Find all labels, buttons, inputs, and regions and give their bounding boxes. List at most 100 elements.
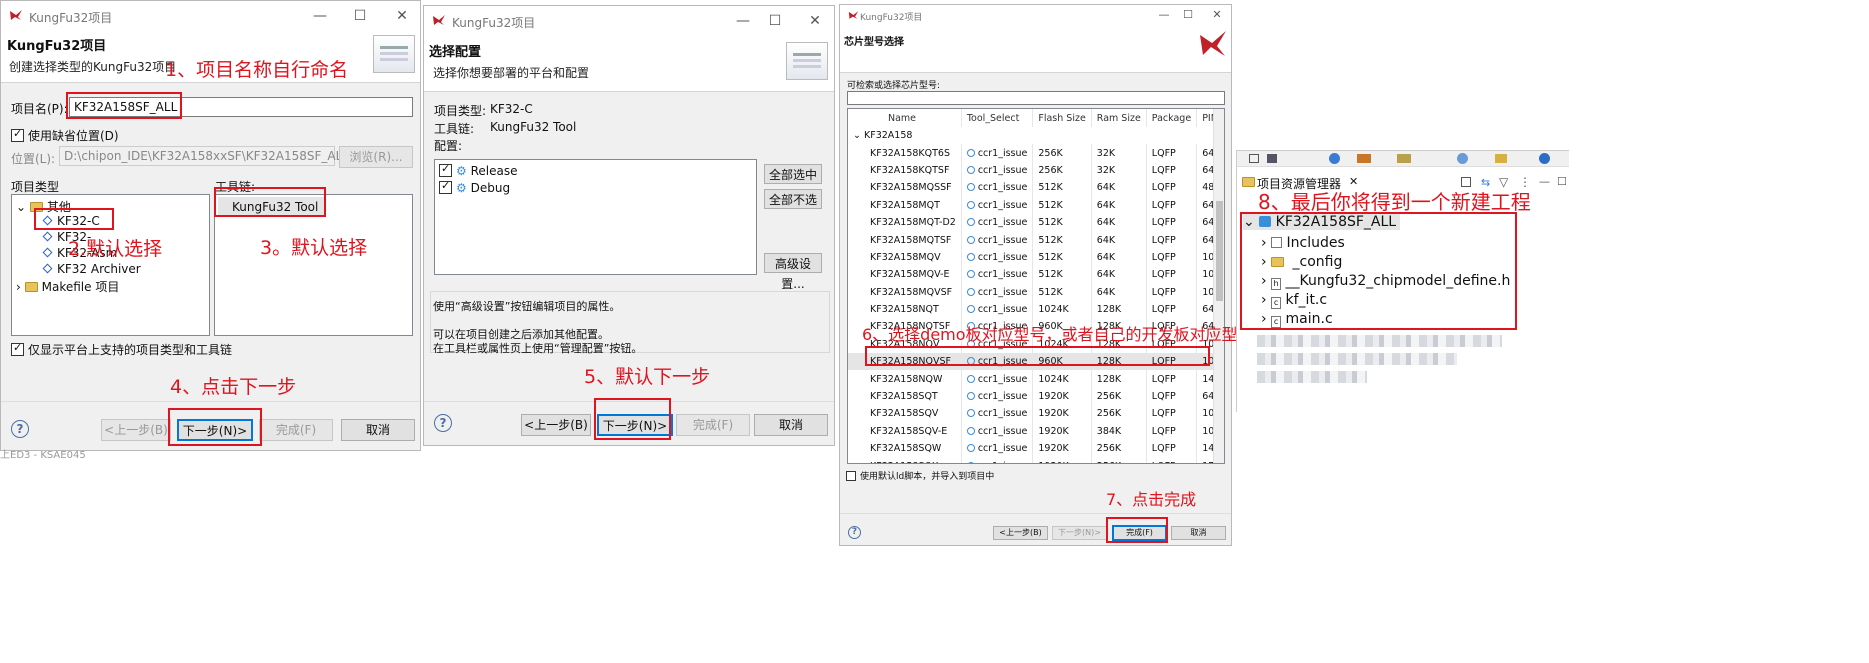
col-ram-size[interactable]: Ram Size — [1091, 109, 1147, 127]
scrollbar-thumb[interactable] — [1216, 201, 1223, 301]
select-all-button[interactable]: 全部选中 — [764, 164, 822, 184]
tool-select-icon — [966, 287, 975, 296]
toolbar-icon-tool[interactable] — [1357, 154, 1371, 163]
chip-table-scrollbar[interactable] — [1213, 109, 1224, 463]
maximize-view-icon[interactable]: ☐ — [1557, 175, 1567, 188]
chip-row[interactable]: KF32A158MQV ccr1_issue 512K 64K LQFP 100 — [848, 248, 1224, 267]
annotation-step1: 1、项目名称自行命名 — [165, 59, 349, 81]
config-item-release[interactable]: ⚙ Release — [439, 162, 517, 178]
back-button[interactable]: <上一步(B) — [101, 419, 171, 441]
next-button[interactable]: 下一步(N)> — [1052, 526, 1107, 540]
toolbar-icon-debug[interactable] — [1397, 154, 1411, 163]
ram-size-cell-text: 256K — [1096, 443, 1122, 455]
browse-button[interactable]: 浏览(R)... — [339, 146, 413, 168]
minimize-icon[interactable]: — — [306, 6, 334, 26]
project-type-label: 项目类型: — [434, 104, 487, 118]
advanced-settings-button[interactable]: 高级设置... — [764, 253, 822, 291]
cancel-button[interactable]: 取消 — [754, 414, 828, 436]
tool-select-cell-text: ccr1_issue — [977, 164, 1028, 176]
package-cell: LQFP — [1146, 370, 1198, 388]
chip-select-dialog: KungFu32项目 — ☐ ✕ 芯片型号选择 可检索或选择芯片型号: Name… — [839, 4, 1232, 546]
chip-row[interactable]: KF32A158MQT ccr1_issue 512K 64K LQFP 64 — [848, 196, 1224, 214]
finish-button[interactable]: 完成(F) — [676, 414, 750, 436]
help-icon[interactable]: ? — [11, 420, 29, 438]
chip-row[interactable]: KF32A158SQV ccr1_issue 1920K 256K LQFP 100 — [848, 405, 1224, 423]
chip-row[interactable]: KF32A158MQTSF ccr1_issue 512K 64K LQFP 64 — [848, 231, 1224, 249]
flash-size-cell-text: 512K — [1038, 217, 1063, 229]
maximize-icon[interactable]: ☐ — [346, 6, 374, 26]
chip-row[interactable]: KF32A158SQW ccr1_issue 1920K 256K LQFP 144 — [848, 440, 1224, 458]
chip-row[interactable]: KF32A158NQW ccr1_issue 1024K 128K LQFP 144 — [848, 370, 1224, 388]
chip-row[interactable]: KF32A158KQT6S ccr1_issue 256K 32K LQFP 64 — [848, 144, 1224, 162]
close-icon[interactable]: ✕ — [801, 11, 829, 31]
cancel-button[interactable]: 取消 — [341, 419, 415, 441]
flash-size-cell: 1920K — [1032, 457, 1092, 463]
chevron-down-icon: ⌄ — [853, 130, 861, 142]
ram-size-cell-text: 128K — [1096, 373, 1122, 385]
cancel-button[interactable]: 取消 — [1171, 526, 1226, 540]
minimize-icon[interactable]: — — [729, 11, 757, 31]
ram-size-cell: 256K — [1091, 387, 1147, 406]
chip-row[interactable]: KF32A158SQT ccr1_issue 1920K 256K LQFP 64 — [848, 387, 1224, 406]
col-tool-select[interactable]: Tool_Select — [961, 109, 1034, 127]
toolbar-icon-build[interactable] — [1329, 153, 1340, 164]
chip-group-row[interactable]: ⌄ KF32A158 — [848, 127, 1224, 145]
tree-item-makefile[interactable]: › Makefile 项目 — [16, 278, 119, 295]
chip-row[interactable]: KF32A158MQT-D2 ccr1_issue 512K 64K LQFP 64 — [848, 213, 1224, 232]
col-package[interactable]: Package — [1146, 109, 1198, 127]
toolbar-icon-edit[interactable] — [1495, 154, 1507, 163]
chip-name-cell: KF32A158MQVSF — [848, 283, 962, 301]
toolbar-icon-save[interactable] — [1267, 154, 1277, 163]
project-type-value: KF32-C — [490, 102, 533, 116]
only-supported-checkbox[interactable]: 仅显示平台上支持的项目类型和工具链 — [11, 341, 232, 358]
flash-size-cell: 512K — [1032, 283, 1092, 301]
window-title: KungFu32项目 — [29, 11, 113, 25]
toolbar-icon-help[interactable] — [1539, 153, 1550, 164]
flash-size-cell-text: 1920K — [1038, 408, 1069, 420]
help-icon[interactable]: ? — [434, 414, 452, 432]
tool-select-icon — [966, 183, 975, 192]
chip-search-input[interactable] — [847, 91, 1225, 105]
toolbar-icon-run[interactable] — [1457, 153, 1468, 164]
flash-size-cell: 1920K — [1032, 422, 1092, 441]
chip-row[interactable]: KF32A158NQT ccr1_issue 1024K 128K LQFP 64 — [848, 300, 1224, 319]
col-name[interactable]: Name — [848, 109, 962, 127]
use-default-location-checkbox[interactable]: 使用缺省位置(D) — [11, 127, 119, 144]
tool-select-cell-text: ccr1_issue — [978, 461, 1028, 463]
maximize-icon[interactable]: ☐ — [761, 11, 789, 31]
back-button[interactable]: <上一步(B) — [993, 526, 1048, 540]
config-icon: ⚙ — [456, 164, 467, 178]
tool-select-cell: ccr1_issue — [961, 213, 1034, 232]
chip-row[interactable]: KF32A158KQTSF ccr1_issue 256K 32K LQFP 64 — [848, 161, 1224, 180]
col-flash-size[interactable]: Flash Size — [1032, 109, 1092, 127]
package-cell: LQFP — [1146, 248, 1198, 267]
minimize-view-icon[interactable]: — — [1539, 175, 1550, 188]
chip-row[interactable]: KF32A158SQV-E ccr1_issue 1920K 384K LQFP 100 — [848, 422, 1224, 441]
location-label: 位置(L): — [11, 152, 56, 166]
button-bar-divider — [1, 401, 420, 402]
close-icon[interactable]: ✕ — [388, 6, 416, 26]
chip-row[interactable]: KF32A158SQXccr1_issue1920K256KLQFP176 — [848, 457, 1224, 463]
chip-row[interactable]: KF32A158MQSSF ccr1_issue 512K 64K LQFP 48 — [848, 179, 1224, 197]
tree-item-kf32archiver[interactable]: KF32 Archiver — [42, 262, 141, 276]
annotation-step5: 5、默认下一步 — [584, 366, 711, 388]
location-input[interactable]: D:\chipon_IDE\KF32A158xxSF\KF32A158SF_AL… — [59, 146, 349, 166]
ram-size-cell: 256K — [1091, 457, 1147, 463]
maximize-icon[interactable]: ☐ — [1174, 5, 1202, 25]
chip-name-cell-text: KF32A158MQV-E — [870, 269, 950, 281]
close-icon[interactable]: ✕ — [1203, 5, 1231, 25]
chip-row[interactable]: KF32A158MQVSF ccr1_issue 512K 64K LQFP 100 — [848, 283, 1224, 301]
deselect-all-button[interactable]: 全部不选 — [764, 189, 822, 209]
use-default-ld-checkbox[interactable]: 使用默认ld脚本，并导入到项目中 — [846, 469, 994, 482]
toolbar-icon-new[interactable] — [1249, 154, 1259, 163]
tool-select-cell: ccr1_issue — [961, 300, 1034, 319]
back-button[interactable]: <上一步(B) — [521, 414, 591, 436]
chip-row[interactable]: KF32A158MQV-E ccr1_issue 512K 64K LQFP 100 — [848, 266, 1224, 284]
tool-select-cell-text: ccr1_issue — [977, 425, 1028, 437]
help-icon[interactable]: ? — [848, 526, 861, 539]
config-item-debug[interactable]: ⚙ Debug — [439, 179, 510, 195]
header-title: 芯片型号选择 — [844, 37, 904, 48]
package-cell: LQFP — [1146, 144, 1198, 162]
tool-select-cell: ccr1_issue — [961, 457, 1034, 463]
finish-button[interactable]: 完成(F) — [259, 419, 333, 441]
